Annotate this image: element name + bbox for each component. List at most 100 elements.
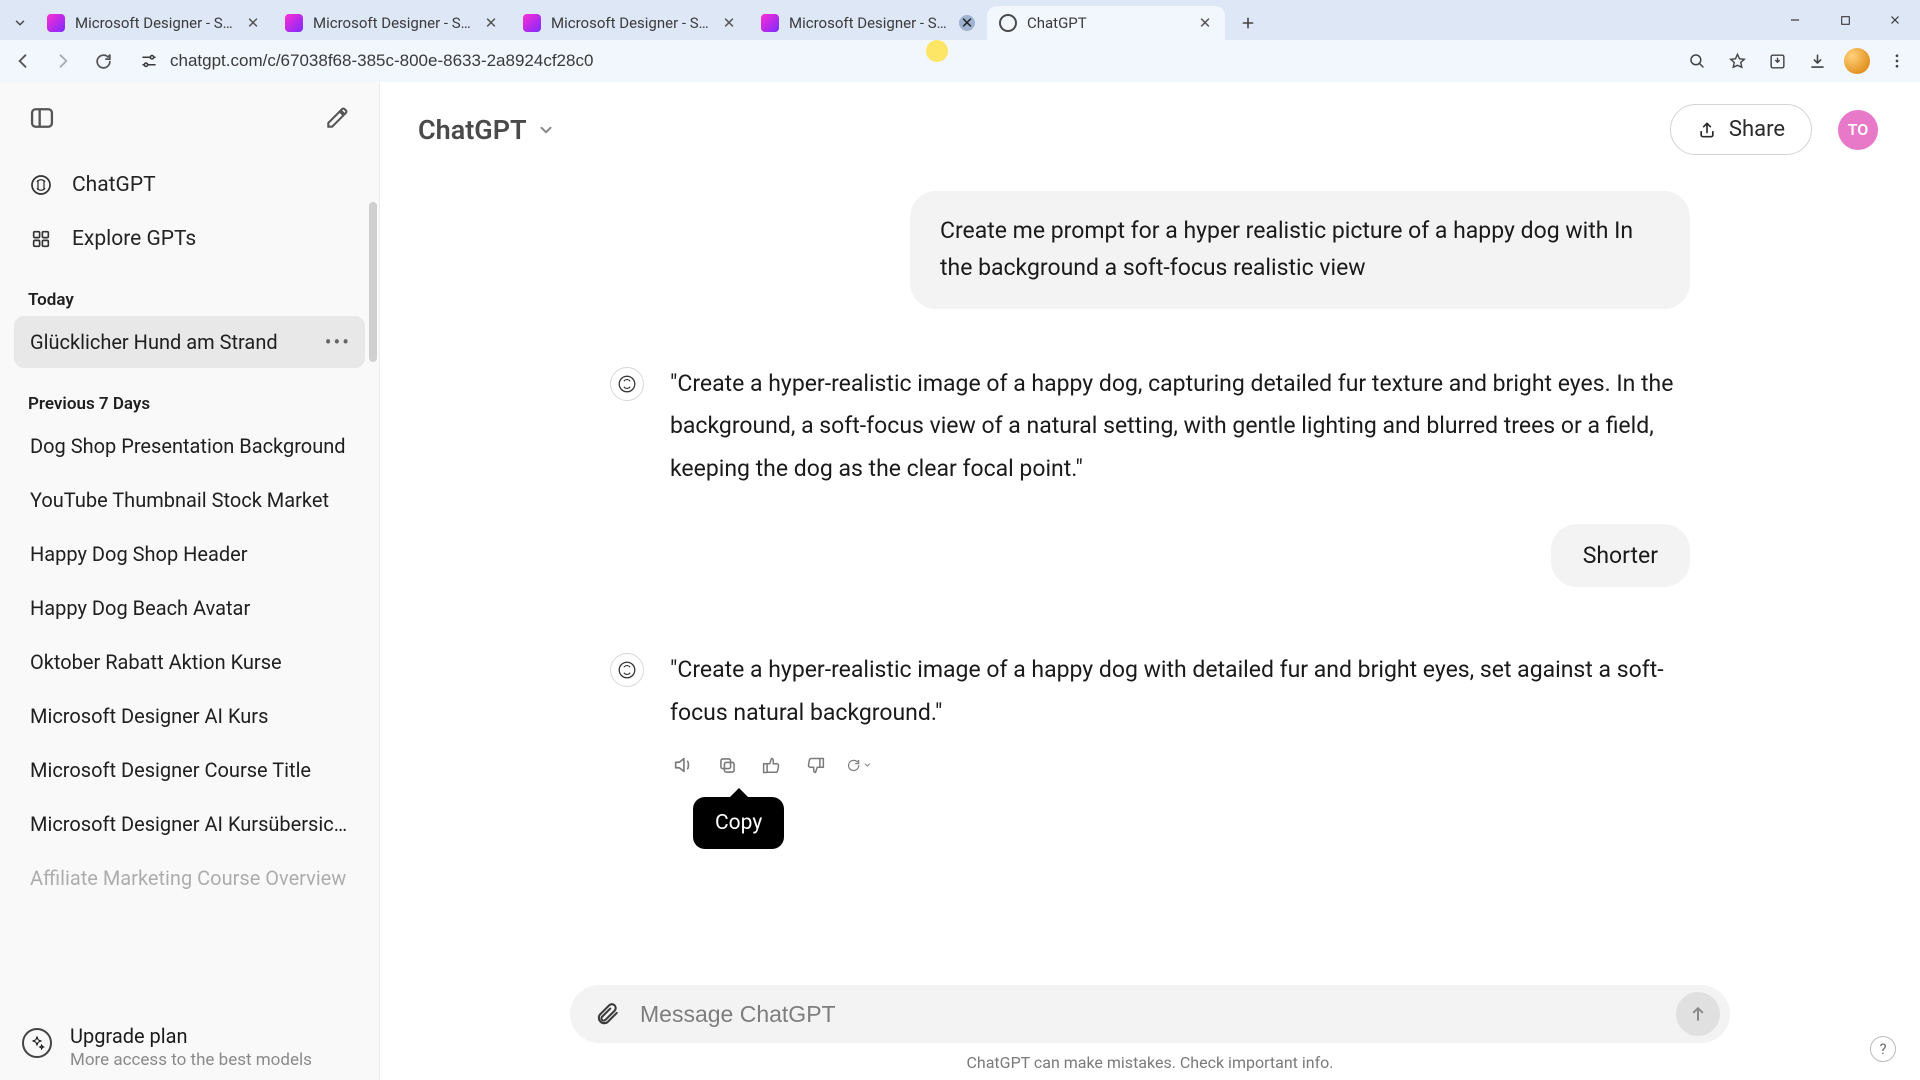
arrow-left-icon — [13, 51, 33, 71]
page-content: ChatGPT Explore GPTs Today Glücklicher H… — [0, 82, 1920, 1080]
sparkle-icon — [22, 1028, 52, 1058]
user-message: Shorter — [1551, 524, 1690, 587]
assistant-message-text: "Create a hyper-realistic image of a hap… — [670, 649, 1690, 734]
message-input[interactable] — [640, 1001, 1658, 1028]
history-item[interactable]: Dog Shop Presentation Background — [14, 420, 365, 472]
user-initials: TO — [1848, 120, 1869, 139]
bookmark-button[interactable] — [1720, 44, 1754, 78]
designer-favicon-icon — [761, 14, 779, 32]
browser-tab-active[interactable]: ChatGPT ✕ — [987, 6, 1225, 40]
site-info-button[interactable] — [140, 52, 158, 70]
tab-close-button[interactable]: ✕ — [959, 15, 975, 31]
history-item-label: YouTube Thumbnail Stock Market — [30, 488, 329, 512]
share-button[interactable]: Share — [1670, 104, 1812, 155]
profile-avatar-icon — [1844, 48, 1870, 74]
thumbs-up-button[interactable] — [758, 752, 784, 778]
sidebar-item-explore-gpts[interactable]: Explore GPTs — [14, 212, 365, 266]
history-item-label: Glücklicher Hund am Strand — [30, 330, 278, 354]
downloads-button[interactable] — [1800, 44, 1834, 78]
browser-toolbar — [0, 40, 1920, 82]
window-controls — [1770, 0, 1920, 40]
sidebar: ChatGPT Explore GPTs Today Glücklicher H… — [0, 82, 380, 1080]
history-item-active[interactable]: Glücklicher Hund am Strand ••• — [14, 316, 365, 368]
share-label: Share — [1729, 117, 1785, 142]
sidebar-item-chatgpt[interactable]: ChatGPT — [14, 158, 365, 212]
browser-tab[interactable]: Microsoft Designer - Stunning ✕ — [511, 6, 749, 40]
history-item[interactable]: Happy Dog Beach Avatar — [14, 582, 365, 634]
browser-back-button[interactable] — [6, 44, 40, 78]
user-message: Create me prompt for a hyper realistic p… — [910, 191, 1690, 309]
upgrade-plan-button[interactable]: Upgrade plan More access to the best mod… — [0, 1010, 379, 1080]
chevron-down-icon — [537, 121, 555, 139]
history-item[interactable]: Affiliate Marketing Course Overview — [14, 852, 365, 904]
designer-favicon-icon — [47, 14, 65, 32]
browser-tab[interactable]: Microsoft Designer - Stunning ✕ — [273, 6, 511, 40]
thumbs-down-button[interactable] — [802, 752, 828, 778]
new-tab-button[interactable] — [1231, 6, 1265, 40]
copy-icon — [717, 755, 738, 776]
reload-icon — [94, 52, 113, 71]
tabs-dropdown-button[interactable] — [5, 6, 35, 40]
history-item[interactable]: Microsoft Designer Course Title — [14, 744, 365, 796]
read-aloud-button[interactable] — [670, 752, 696, 778]
arrow-up-icon — [1688, 1004, 1708, 1024]
model-switcher[interactable]: ChatGPT — [418, 114, 555, 146]
window-close-button[interactable] — [1870, 0, 1920, 40]
composer — [570, 985, 1730, 1043]
history-item[interactable]: Happy Dog Shop Header — [14, 528, 365, 580]
designer-favicon-icon — [523, 14, 541, 32]
magnifier-icon — [1688, 52, 1706, 70]
history-item[interactable]: YouTube Thumbnail Stock Market — [14, 474, 365, 526]
history-item[interactable]: Microsoft Designer AI Kursübersicht — [14, 798, 365, 850]
history-item-label: Dog Shop Presentation Background — [30, 434, 346, 458]
conversation: Create me prompt for a hyper realistic p… — [590, 165, 1710, 1012]
sidebar-section-heading: Today — [0, 266, 379, 314]
sidebar-item-label: Explore GPTs — [72, 227, 196, 251]
profile-button[interactable] — [1840, 44, 1874, 78]
help-button[interactable]: ? — [1870, 1036, 1896, 1062]
tab-close-button[interactable]: ✕ — [245, 15, 261, 31]
history-item[interactable]: Oktober Rabatt Aktion Kurse — [14, 636, 365, 688]
collapse-sidebar-button[interactable] — [24, 100, 60, 136]
zoom-button[interactable] — [1680, 44, 1714, 78]
composer-area: ChatGPT can make mistakes. Check importa… — [380, 985, 1920, 1080]
install-app-button[interactable] — [1760, 44, 1794, 78]
sidebar-scrollbar[interactable] — [369, 202, 377, 362]
history-item-more-button[interactable]: ••• — [325, 330, 351, 354]
browser-tab[interactable]: Microsoft Designer - Stunning ✕ — [749, 6, 987, 40]
address-bar[interactable] — [126, 44, 1668, 78]
tab-title: ChatGPT — [1027, 14, 1187, 32]
tab-close-button[interactable]: ✕ — [483, 15, 499, 31]
user-menu-button[interactable]: TO — [1838, 110, 1878, 150]
browser-reload-button[interactable] — [86, 44, 120, 78]
window-minimize-button[interactable] — [1770, 0, 1820, 40]
maximize-icon — [1839, 14, 1852, 27]
kebab-icon — [1888, 52, 1906, 70]
url-input[interactable] — [170, 51, 1654, 71]
tab-title: Microsoft Designer - Stunning — [313, 14, 473, 32]
copy-button[interactable] — [714, 752, 740, 778]
designer-favicon-icon — [285, 14, 303, 32]
chat-header: ChatGPT Share TO — [380, 82, 1920, 165]
window-maximize-button[interactable] — [1820, 0, 1870, 40]
refresh-icon — [846, 755, 861, 776]
user-message-text: Shorter — [1583, 542, 1658, 569]
regenerate-button[interactable] — [846, 752, 872, 778]
upgrade-subtitle: More access to the best models — [70, 1050, 312, 1070]
history-item[interactable]: Microsoft Designer AI Kurs — [14, 690, 365, 742]
history-item-label: Microsoft Designer AI Kurs — [30, 704, 268, 728]
attach-button[interactable] — [592, 999, 622, 1029]
browser-forward-button[interactable] — [46, 44, 80, 78]
send-button[interactable] — [1676, 992, 1720, 1036]
browser-menu-button[interactable] — [1880, 44, 1914, 78]
browser-tab[interactable]: Microsoft Designer - Stunning ✕ — [35, 6, 273, 40]
chevron-down-icon — [863, 759, 872, 771]
tab-close-button[interactable]: ✕ — [1197, 15, 1213, 31]
install-icon — [1768, 52, 1787, 71]
tab-close-button[interactable]: ✕ — [721, 15, 737, 31]
history-item-label: Affiliate Marketing Course Overview — [30, 866, 346, 890]
compose-icon — [324, 105, 350, 131]
history-item-label: Microsoft Designer Course Title — [30, 758, 311, 782]
new-chat-button[interactable] — [319, 100, 355, 136]
tab-title: Microsoft Designer - Stunning — [551, 14, 711, 32]
